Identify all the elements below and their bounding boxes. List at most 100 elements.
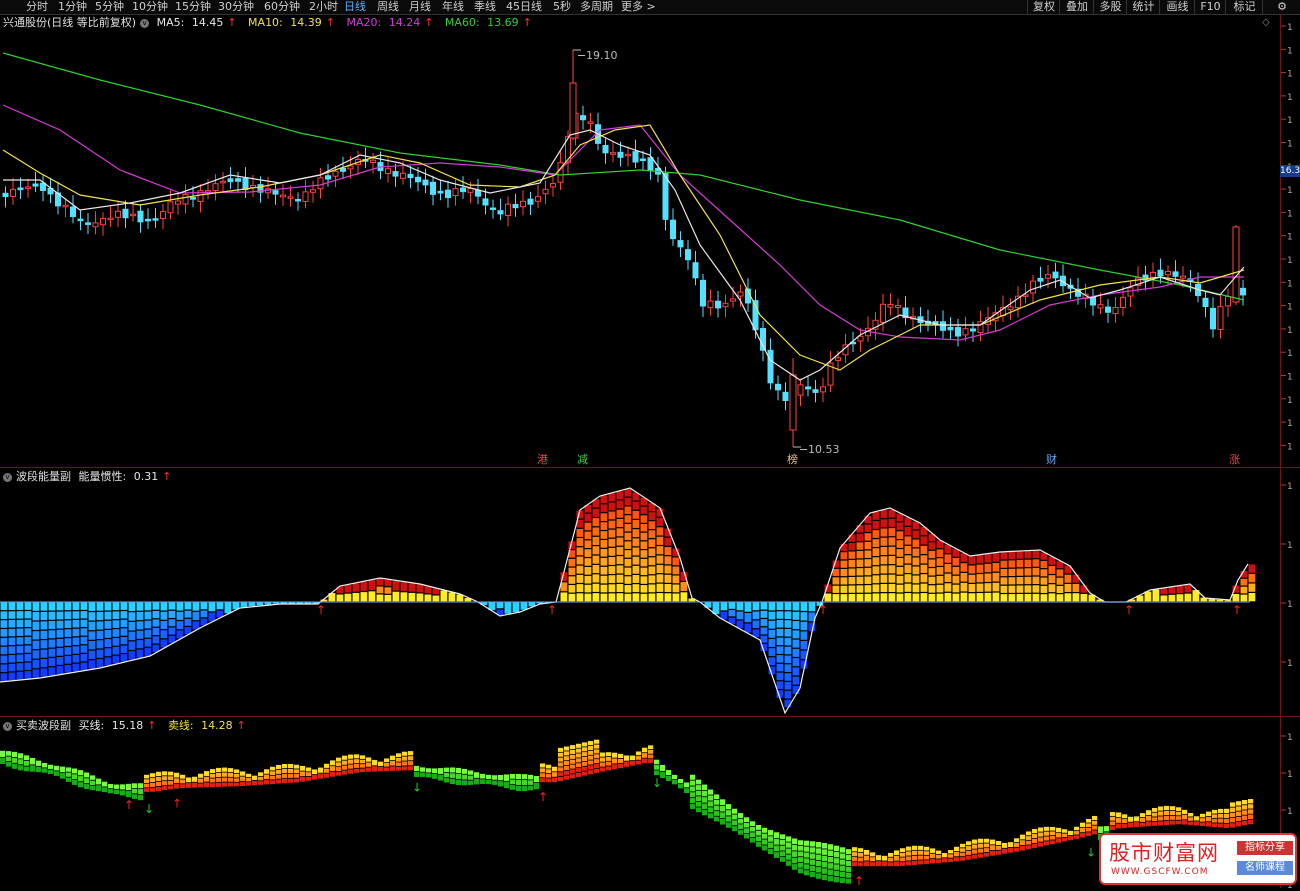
trade-band-block: [174, 783, 180, 789]
trade-band-block: [996, 841, 1002, 846]
trade-band-block: [852, 862, 858, 867]
trade-band-block: [948, 858, 954, 862]
energy-bar-block: [648, 575, 656, 584]
trade-band-block: [570, 754, 576, 759]
period-tab-7[interactable]: 2小时: [309, 0, 338, 14]
energy-bar-block: [784, 629, 792, 637]
toolbar-button-0[interactable]: 复权: [1027, 0, 1060, 14]
energy-bar-block: [944, 583, 952, 592]
period-tab-4[interactable]: 15分钟: [175, 0, 211, 14]
toolbar-button-7[interactable]: ⚙: [1262, 0, 1300, 14]
trade-band-block: [708, 807, 714, 813]
energy-bar-block: [40, 668, 48, 677]
energy-bar-block: [1008, 585, 1016, 593]
trade-band-block: [552, 777, 558, 783]
energy-bar-block: [736, 602, 744, 611]
energy-bar-block: [856, 585, 864, 593]
trade-band-block: [966, 850, 972, 855]
period-tab-11[interactable]: 年线: [442, 0, 464, 14]
toolbar-button-5[interactable]: F10: [1194, 0, 1226, 14]
trade-band-block: [1230, 823, 1236, 828]
period-tab-6[interactable]: 60分钟: [264, 0, 300, 14]
trade-band-block: [168, 780, 174, 785]
trade-band-block: [360, 755, 366, 759]
event-tag-reduce[interactable]: 减: [577, 454, 588, 466]
energy-scale[interactable]: 1111: [1280, 468, 1300, 716]
energy-bar-block: [616, 556, 624, 565]
scale-tick-label: 1: [1287, 659, 1293, 669]
candle-body: [835, 357, 841, 361]
period-tab-12[interactable]: 季线: [474, 0, 496, 14]
trade-band-block: [774, 832, 780, 839]
toolbar-button-2[interactable]: 多股: [1093, 0, 1127, 14]
energy-bar-block: [632, 547, 640, 556]
period-tab-5[interactable]: 30分钟: [218, 0, 254, 14]
candle-body: [955, 327, 961, 337]
trade-band-block: [270, 780, 276, 784]
candle-body: [610, 152, 616, 155]
energy-bar-block: [608, 557, 616, 565]
period-tab-8[interactable]: 日线: [344, 0, 366, 14]
energy-indicator-name[interactable]: 波段能量副: [16, 470, 71, 483]
trade-band-block: [570, 764, 576, 769]
period-tab-13[interactable]: 45日线: [506, 0, 542, 14]
trade-band-block: [426, 773, 432, 778]
trade-band-block: [1188, 821, 1194, 826]
period-tab-14[interactable]: 5秒: [553, 0, 571, 14]
event-tag-finance[interactable]: 财: [1046, 454, 1057, 466]
trade-band-block: [840, 853, 846, 859]
trade-band-block: [180, 774, 186, 779]
candle-body: [715, 300, 721, 309]
energy-bar-block: [80, 628, 88, 636]
candlestick-pane[interactable]: 兴通股份(日线 等比前复权) v MA5: 14.45 ↑ MA10: 14.39 ↑…: [0, 15, 1280, 467]
period-tab-9[interactable]: 周线: [377, 0, 399, 14]
trade-band-block: [456, 779, 462, 786]
period-tab-1[interactable]: 1分钟: [58, 0, 87, 14]
toolbar-button-4[interactable]: 画线: [1159, 0, 1195, 14]
trade-band-block: [540, 768, 546, 773]
trade-indicator-name[interactable]: 买卖波段副: [16, 719, 71, 732]
price-scale[interactable]: 1111111111111111111 16.3: [1280, 15, 1300, 467]
period-tab-2[interactable]: 5分钟: [95, 0, 124, 14]
trade-band-block: [828, 875, 834, 882]
trade-band-pane[interactable]: ↑ ↑ ↑ ↑ ↓ ↓ ↓ ↓ v 买卖波段副 买线: 15.18 ↑ 卖线: 14.28 ↑: [0, 717, 1280, 888]
trade-band-block: [1062, 833, 1068, 838]
trade-band-block: [450, 767, 456, 773]
trade-band-block: [672, 774, 678, 780]
event-tag-limit-up[interactable]: 涨: [1229, 454, 1240, 466]
toolbar-button-1[interactable]: 叠加: [1059, 0, 1094, 14]
chevron-down-icon[interactable]: v: [3, 721, 12, 731]
trade-band-block: [648, 759, 654, 763]
trade-band-block: [648, 749, 654, 754]
trade-band-block: [336, 757, 342, 762]
period-tab-0[interactable]: 分时: [26, 0, 48, 14]
energy-bar-block: [896, 593, 904, 602]
toolbar-button-3[interactable]: 统计: [1126, 0, 1160, 14]
energy-bar-block: [920, 583, 928, 592]
energy-bar-block: [792, 611, 800, 620]
trade-band-block: [810, 865, 816, 872]
period-tab-10[interactable]: 月线: [409, 0, 431, 14]
energy-bar-block: [136, 621, 144, 630]
energy-indicator-pane[interactable]: ↑ ↑ ↑ ↑ ↑ v 波段能量副 能量惯性: 0.31 ↑: [0, 468, 1280, 716]
energy-bar-block: [784, 690, 792, 699]
chevron-down-icon[interactable]: v: [3, 472, 12, 482]
current-price-badge: 16.3: [1280, 165, 1300, 177]
trade-band-block: [1206, 822, 1212, 827]
event-tag-list[interactable]: 榜: [787, 454, 798, 466]
energy-bar-block: [920, 555, 928, 564]
trade-band-block: [1146, 815, 1152, 821]
trade-band-block: [1176, 807, 1182, 811]
trade-band-block: [900, 852, 906, 857]
period-tab-15[interactable]: 多周期: [580, 0, 613, 14]
event-tag-hk[interactable]: 港: [537, 454, 548, 466]
ma10-line: [2, 124, 1245, 371]
period-tab-3[interactable]: 10分钟: [132, 0, 168, 14]
trade-band-block: [1230, 807, 1236, 812]
period-tab-16[interactable]: 更多 >: [621, 0, 656, 14]
trade-band-block: [816, 873, 822, 879]
toolbar-button-6[interactable]: 标记: [1225, 0, 1263, 14]
energy-bar-block: [88, 660, 96, 669]
trade-band-block: [276, 779, 282, 784]
trade-band-block: [30, 765, 36, 772]
